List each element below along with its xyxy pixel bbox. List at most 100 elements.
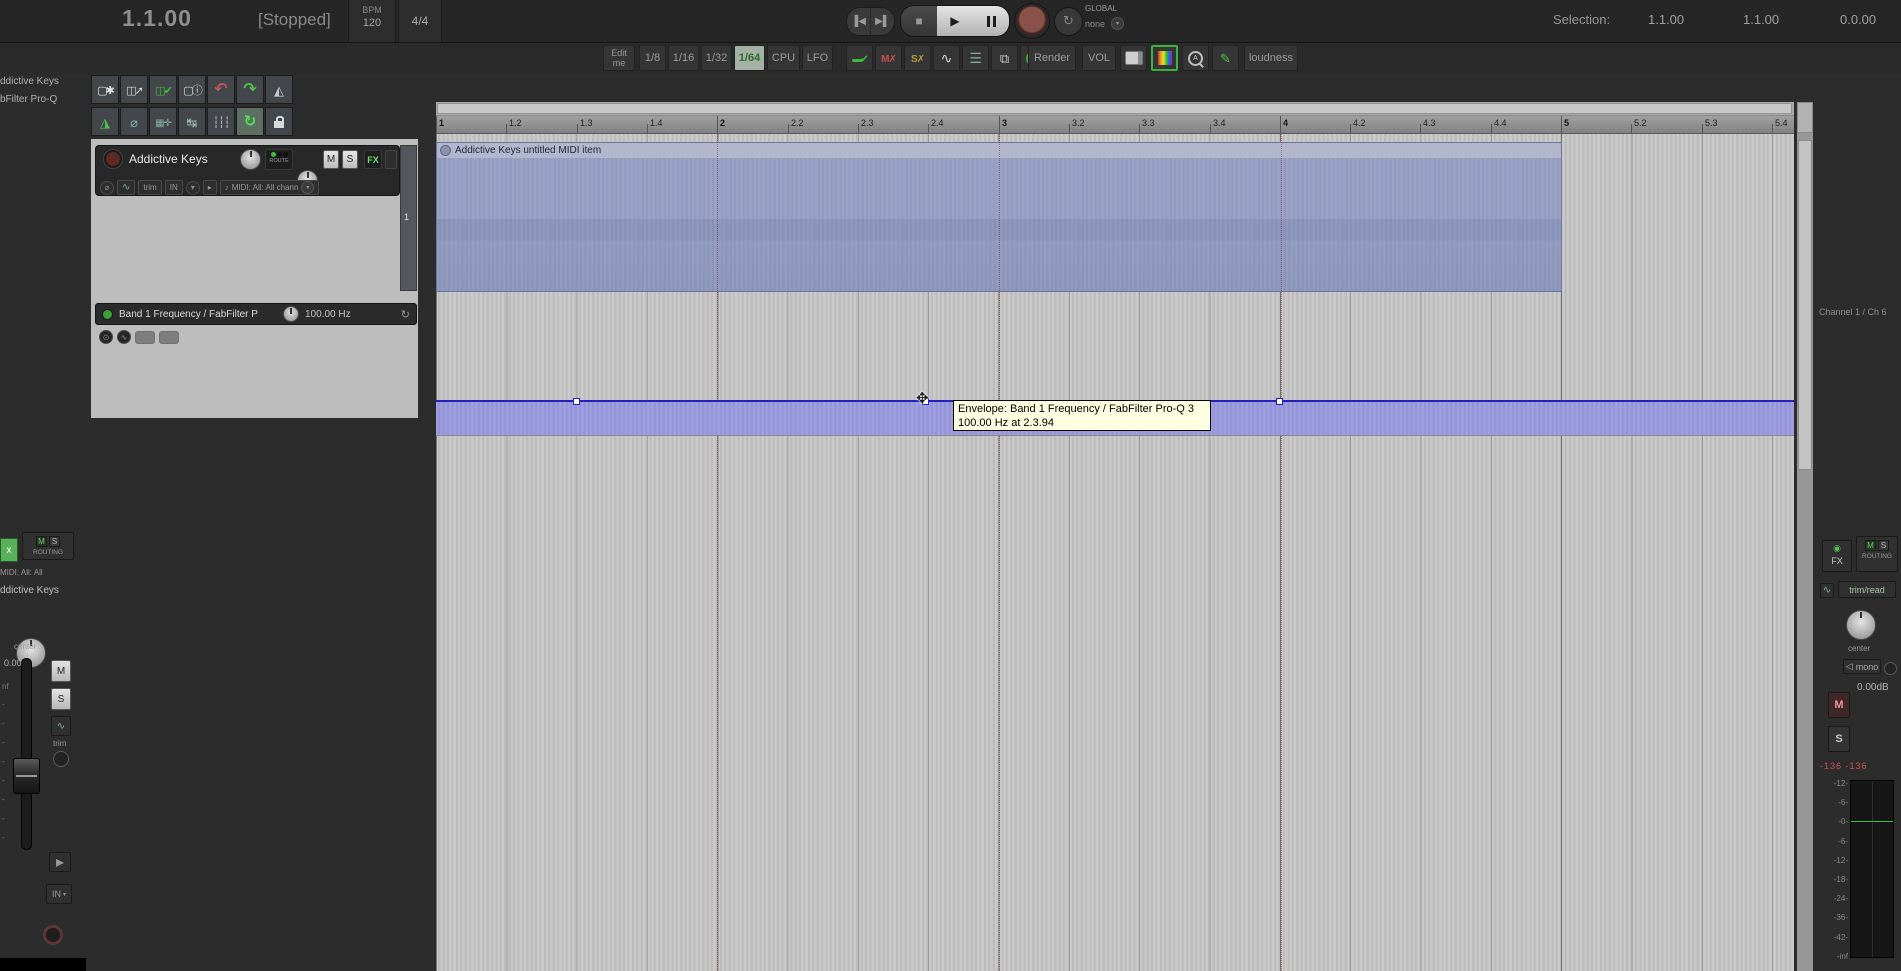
volume-readout[interactable]: 0.00dB (1857, 682, 1889, 693)
edit-me-button[interactable]: Edit me (603, 45, 635, 71)
lock-button[interactable] (265, 107, 293, 136)
bpm-value[interactable]: 120 (349, 17, 395, 29)
loudness-button[interactable]: loudness (1244, 45, 1298, 71)
envelope-bypass-icon[interactable]: ⊙ (99, 330, 113, 344)
automation-envelope-icon[interactable]: ∿ (1820, 583, 1834, 598)
undo-button[interactable] (207, 75, 235, 104)
envelope-settings-icon[interactable]: ↻ (401, 308, 410, 321)
midi-routing-button[interactable]: ♪ MIDI: All: All chann ▾ (219, 180, 320, 195)
envelope-shape-icon[interactable]: ∿ (117, 330, 131, 344)
fader-check-button[interactable] (846, 45, 873, 71)
envelope-hidden-button-2[interactable] (159, 330, 179, 344)
snap-button-LFO[interactable]: LFO (802, 45, 833, 71)
theme-color-button[interactable] (1151, 45, 1178, 71)
left-volume-readout[interactable]: 0.00 (4, 658, 22, 668)
snap-button-1-16[interactable]: 1/16 (668, 45, 699, 71)
left-mixer-mute-button[interactable]: M (51, 660, 71, 682)
go-to-start-button[interactable]: ▐◀ (847, 7, 871, 35)
selection-length[interactable]: 0.0.00 (1840, 12, 1876, 27)
routing-mute-icon[interactable]: M (1865, 540, 1876, 551)
snap-button-1-32[interactable]: 1/32 (701, 45, 732, 71)
render-button[interactable]: Render (1028, 45, 1076, 71)
volume-fader-handle[interactable] (13, 758, 40, 794)
envelope-active-dot-icon[interactable] (102, 308, 113, 320)
envelope-point-1[interactable] (573, 398, 580, 405)
track-solo-button[interactable]: S (342, 150, 358, 169)
mono-button[interactable]: ◁ mono (1843, 659, 1881, 674)
output-meter[interactable] (1850, 780, 1894, 958)
timeline-ruler[interactable]: 1 1.2 1.3 1.4 2 2.2 2.3 2.4 3 3.2 3.3 3.4 4 4.2 4.3 4.4… (436, 116, 1794, 134)
mixer-fx-button[interactable]: ◉ FX (1822, 540, 1852, 572)
track-meter-column[interactable]: 1 (400, 145, 417, 291)
track-env-button[interactable] (385, 150, 397, 169)
route-button[interactable]: ROUTE (265, 149, 293, 170)
mixer-pan-knob[interactable] (1846, 610, 1876, 640)
left-record-arm-icon[interactable] (44, 926, 62, 944)
scrollbar-corner[interactable] (1797, 102, 1813, 133)
mixer-routing-button[interactable]: M S ROUTING (1856, 536, 1898, 572)
selection-start[interactable]: 1.1.00 (1648, 12, 1684, 27)
item-properties-icon[interactable] (440, 145, 451, 156)
envelope-value-knob[interactable] (283, 306, 299, 322)
envelope-point-3[interactable] (1276, 398, 1283, 405)
mixer-solo-button[interactable]: S (1828, 726, 1850, 752)
video-monitor-button[interactable] (1120, 45, 1147, 71)
envelope-value[interactable]: 100.00 Hz (305, 309, 401, 320)
project-info-button[interactable] (178, 75, 206, 104)
ripple-edit-button[interactable] (236, 107, 264, 136)
global-automation-widget[interactable]: GLOBAL none ▾ (1085, 4, 1125, 30)
chevron-down-icon[interactable]: ▾ (301, 181, 315, 194)
mixer-mute-button[interactable]: M (1828, 692, 1850, 718)
arrange-body[interactable]: Addictive Keys untitled MIDI item ✥ Enve… (436, 134, 1794, 971)
envelope-hidden-button-1[interactable] (135, 330, 155, 344)
track-volume-knob[interactable] (240, 149, 261, 170)
repeat-button[interactable]: ↻ (1054, 6, 1083, 36)
envelope-visibility-button[interactable] (91, 107, 119, 136)
routing-solo-icon[interactable]: S (49, 536, 60, 547)
vertical-scrollbar-thumb[interactable] (1798, 140, 1812, 470)
input-dropdown-icon[interactable]: ▾ (185, 180, 200, 195)
envelope-lane-header[interactable]: Band 1 Frequency / FabFilter P 100.00 Hz… (95, 303, 417, 325)
save-project-button[interactable] (149, 75, 177, 104)
vertical-scrollbar[interactable]: ✚ (1797, 133, 1813, 971)
left-mixer-solo-button[interactable]: S (51, 688, 71, 710)
play-position-display[interactable]: 1.1.00 (122, 5, 192, 32)
stop-button[interactable]: ■ (901, 6, 937, 36)
left-midi-routing-label[interactable]: MIDI: All: All (0, 568, 43, 577)
envelope-wave-button[interactable] (933, 45, 960, 71)
track-fx-button[interactable]: FX (364, 150, 382, 169)
zoom-selection-button[interactable]: A (1182, 45, 1209, 71)
left-trim-envelope-icon[interactable]: ∿ (51, 716, 71, 736)
horizontal-scrollbar-thumb[interactable] (437, 103, 1792, 114)
peak-readout[interactable]: -136 -136 (1820, 761, 1868, 771)
trim-button[interactable]: trim (138, 180, 162, 195)
unsolo-all-button[interactable] (904, 45, 931, 71)
input-button[interactable]: IN (164, 180, 183, 195)
envelope-name[interactable]: Band 1 Frequency / FabFilter P (119, 309, 279, 320)
paint-tool-button[interactable]: ✎ (1212, 45, 1239, 71)
bypass-fx-button[interactable] (120, 107, 148, 136)
vol-button[interactable]: VOL (1082, 45, 1116, 71)
left-mixer-fx-button[interactable]: x (0, 538, 18, 562)
play-button[interactable]: ▶ (937, 6, 973, 36)
docker-tab-addictive-keys[interactable]: ddictive Keys (0, 76, 59, 87)
track-name[interactable]: Addictive Keys (129, 152, 208, 166)
automation-mode-button[interactable]: trim/read (1838, 581, 1896, 598)
new-project-button[interactable] (91, 75, 119, 104)
selection-end[interactable]: 1.1.00 (1743, 12, 1779, 27)
go-to-end-button[interactable]: ▶▌ (871, 8, 894, 35)
left-input-button[interactable]: IN ▾ (46, 884, 72, 904)
auto-crossfade-button[interactable] (178, 107, 206, 136)
record-arm-icon[interactable] (104, 150, 122, 168)
pause-button[interactable] (973, 6, 1009, 36)
left-monitor-button[interactable]: ▸ (49, 852, 71, 872)
left-mixer-track-name[interactable]: ddictive Keys (0, 585, 59, 596)
open-project-button[interactable] (120, 75, 148, 104)
track-header[interactable]: Addictive Keys ROUTE M S FX ⌀ ∿ trim IN … (95, 145, 400, 196)
width-knob[interactable] (1884, 662, 1897, 675)
media-explorer-button[interactable] (991, 45, 1018, 71)
list-lines-button[interactable] (962, 45, 989, 71)
snap-button-1-64[interactable]: 1/64 (734, 45, 765, 71)
volume-fader-groove[interactable] (21, 658, 32, 850)
snap-button-1-8[interactable]: 1/8 (639, 45, 666, 71)
